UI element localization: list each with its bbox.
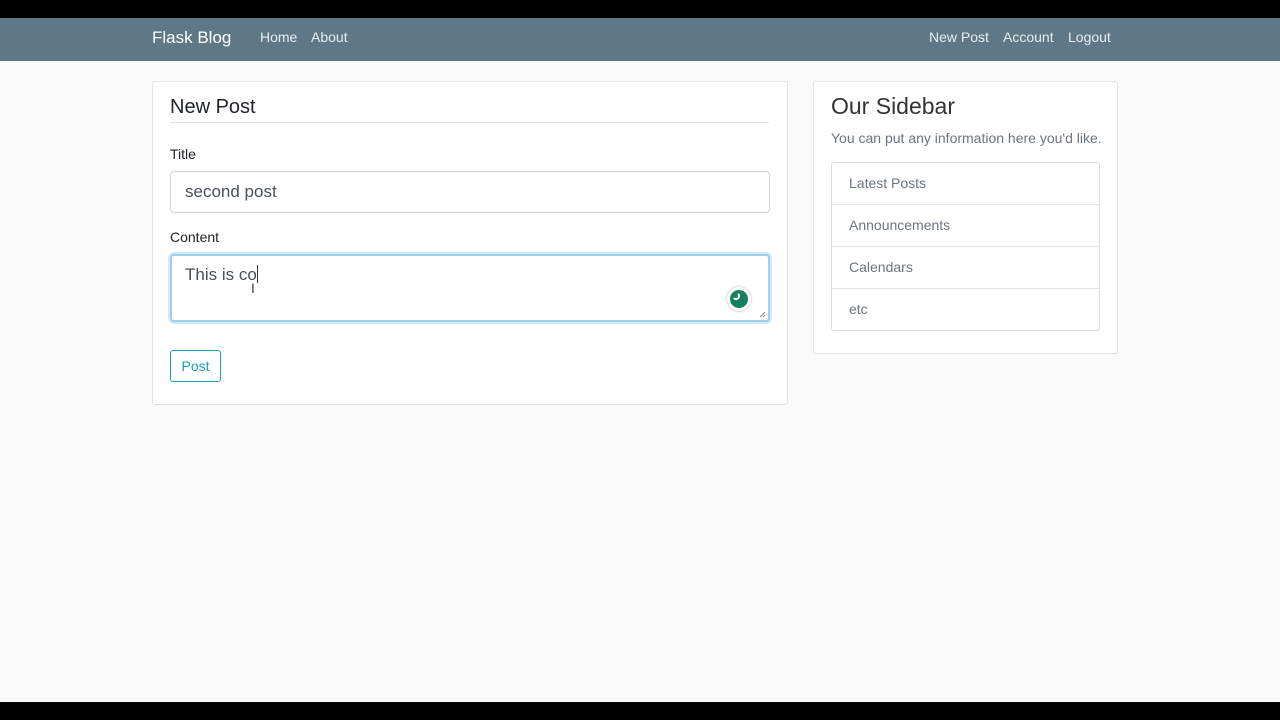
sidebar-item-calendars[interactable]: Calendars: [832, 247, 1099, 289]
title-label: Title: [170, 146, 196, 162]
legend-divider: [170, 122, 769, 123]
sidebar-list: Latest Posts Announcements Calendars etc: [831, 162, 1100, 331]
sidebar-item-announcements[interactable]: Announcements: [832, 205, 1099, 247]
page: Flask Blog Home About New Post Account L…: [0, 18, 1280, 702]
title-input-value: second post: [185, 182, 277, 201]
sidebar-item-etc[interactable]: etc: [832, 289, 1099, 330]
grammar-checker-icon[interactable]: [727, 287, 751, 311]
text-caret: [256, 265, 258, 283]
nav-link-new-post[interactable]: New Post: [929, 29, 989, 45]
content-label: Content: [170, 229, 220, 245]
sidebar-card: Our Sidebar You can put any information …: [813, 81, 1118, 354]
post-button[interactable]: Post: [170, 350, 221, 382]
nav-link-account[interactable]: Account: [1003, 29, 1054, 45]
content-textarea-value: This is co: [185, 265, 257, 284]
grammar-checker-icon-arc: [732, 292, 740, 300]
nav-link-about[interactable]: About: [311, 29, 348, 45]
nav-link-logout[interactable]: Logout: [1068, 29, 1111, 45]
new-post-card: New Post Title second post Content This …: [152, 81, 788, 405]
content-textarea[interactable]: This is co I: [170, 254, 770, 322]
title-input[interactable]: second post: [170, 171, 770, 213]
brand-link[interactable]: Flask Blog: [152, 28, 231, 48]
sidebar-description: You can put any information here you'd l…: [831, 130, 1102, 146]
form-legend: New Post: [170, 96, 256, 118]
sidebar-title: Our Sidebar: [831, 93, 956, 119]
navbar: Flask Blog Home About New Post Account L…: [0, 18, 1280, 61]
nav-link-home[interactable]: Home: [260, 29, 297, 45]
ibeam-cursor-icon: I: [251, 280, 255, 296]
resize-handle-icon[interactable]: [759, 311, 766, 318]
sidebar-item-latest-posts[interactable]: Latest Posts: [832, 163, 1099, 205]
